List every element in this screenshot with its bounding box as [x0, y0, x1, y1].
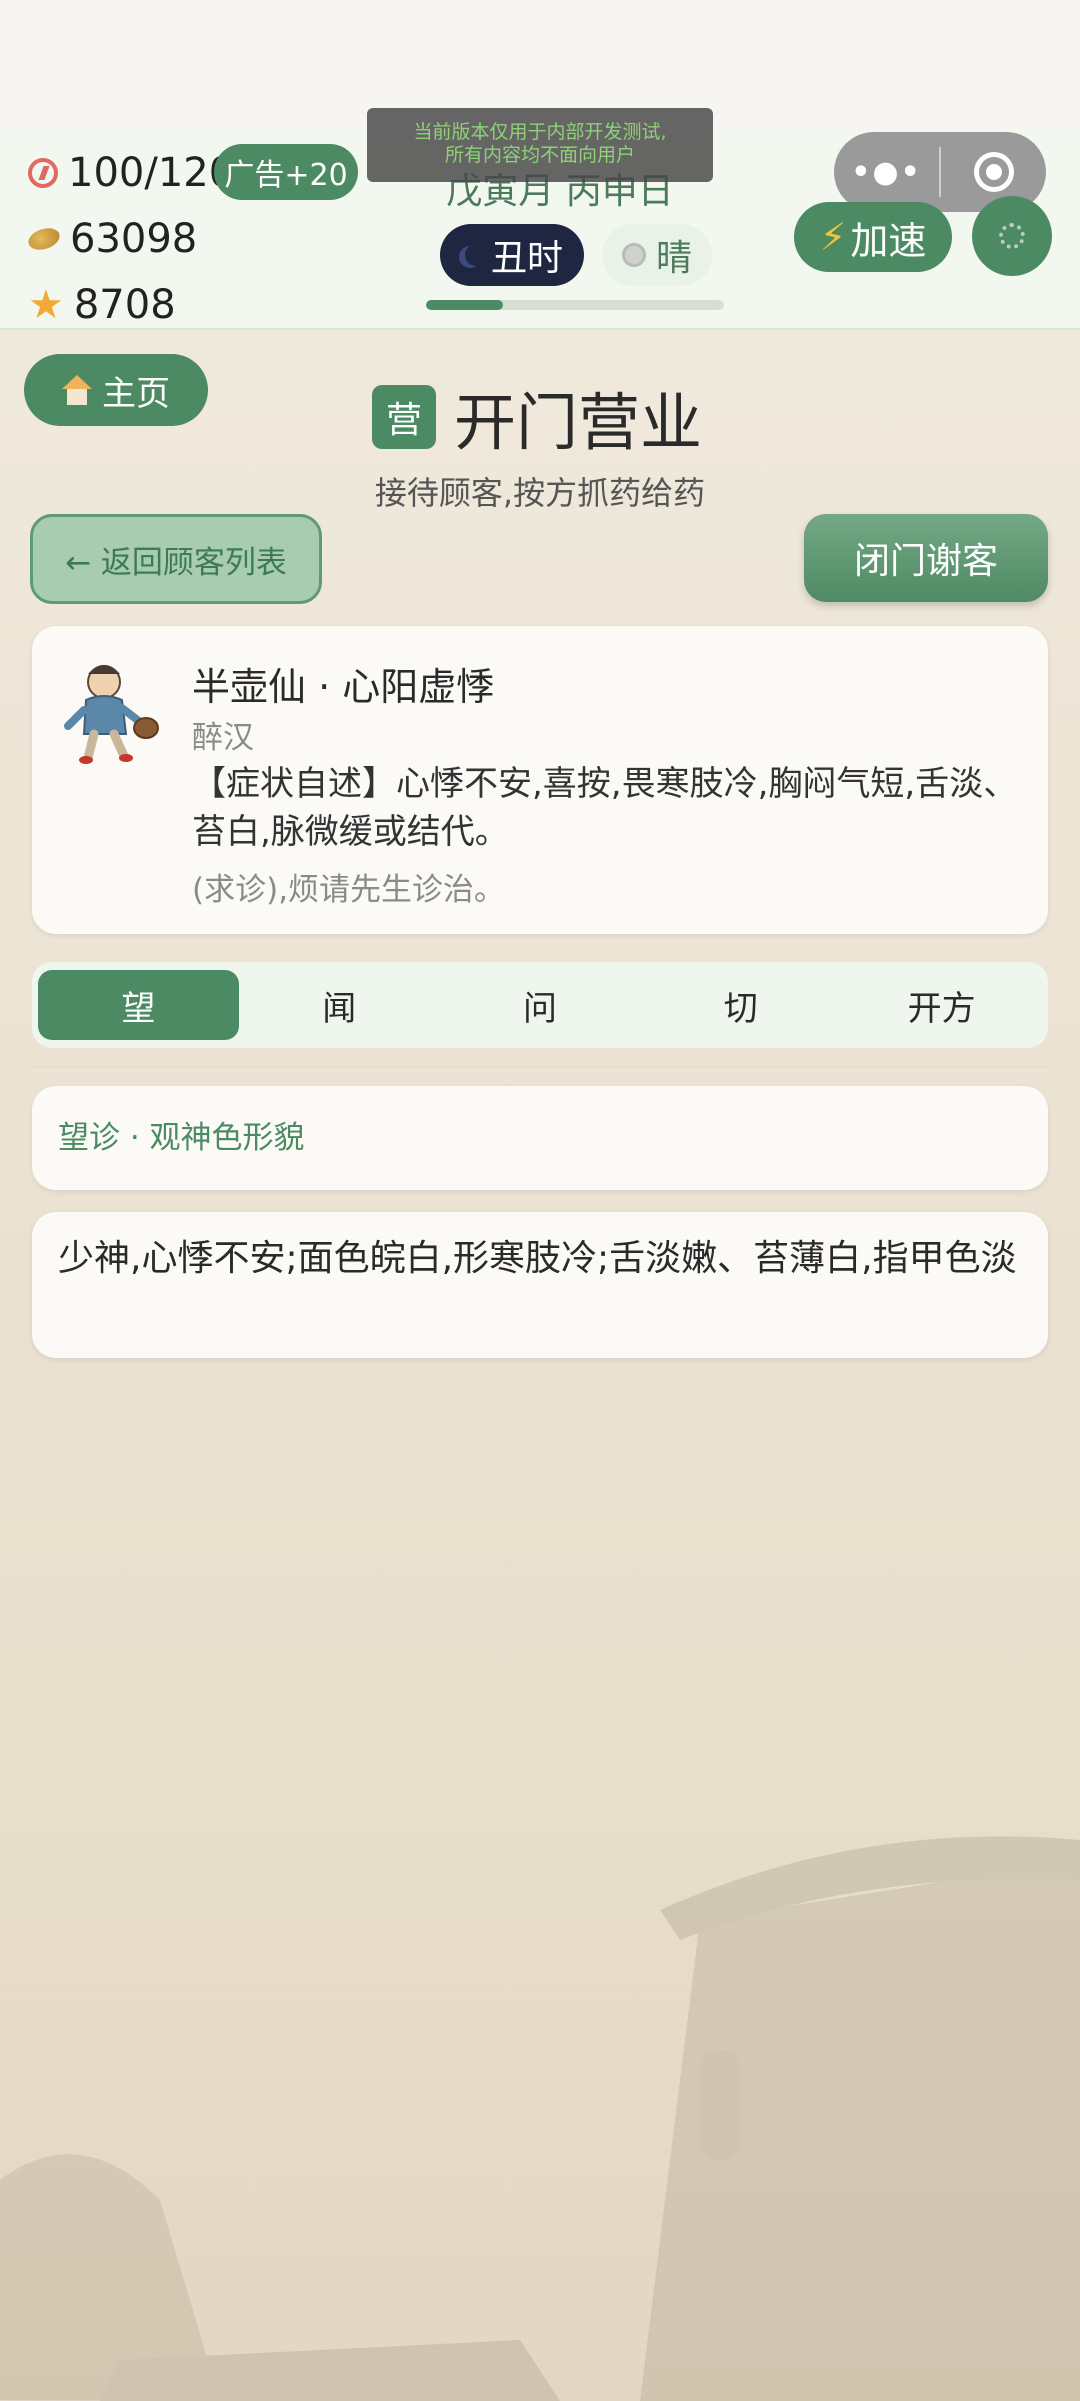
page-title: 营 开门营业	[372, 372, 702, 462]
patient-card: 半壶仙 · 心阳虚悸 醉汉 【症状自述】心悸不安,喜按,畏寒肢冷,胸闷气短,舌淡…	[32, 626, 1048, 934]
observation-text: 少神,心悸不安;面色皖白,形寒肢冷;舌淡嫩、苔薄白,指甲色淡	[58, 1238, 1017, 1279]
patient-symptoms: 【症状自述】心悸不安,喜按,畏寒肢冷,胸闷气短,舌淡、苔白,脉微缓或结代。	[192, 764, 1018, 852]
more-menu-button[interactable]: •●•	[834, 132, 939, 212]
moon-icon	[465, 244, 487, 266]
house-icon	[62, 375, 92, 405]
time-of-day-pill: 丑时	[440, 224, 584, 286]
section-header-card: 望诊 · 观神色形貌	[32, 1086, 1048, 1190]
day-progress-fill	[426, 300, 504, 310]
energy-value: 100/120	[68, 150, 235, 196]
tab-pulse[interactable]: 切	[640, 970, 841, 1040]
background-building-art	[0, 1836, 1080, 2401]
time-label: 丑时	[490, 238, 563, 279]
patient-avatar	[64, 665, 159, 764]
stars-stat: ★ 8708	[28, 282, 176, 328]
dev-notice-toast: 当前版本仅用于内部开发测试, 所有内容均不面向用户	[367, 108, 713, 182]
ad-reward-button[interactable]: 广告+20	[214, 144, 358, 200]
patient-name: 半壶仙 · 心阳虚悸	[192, 665, 495, 709]
target-icon	[973, 152, 1014, 192]
coin-icon	[25, 224, 63, 254]
speed-label: 加速	[850, 218, 927, 263]
star-icon: ★	[28, 282, 64, 328]
home-button[interactable]: 主页	[24, 354, 208, 426]
notice-line-2: 所有内容均不面向用户	[444, 144, 635, 166]
energy-icon	[28, 158, 58, 188]
tab-look[interactable]: 望	[38, 970, 239, 1040]
speed-up-button[interactable]: ⚡ 加速	[794, 202, 952, 272]
coins-value: 63098	[70, 216, 198, 262]
energy-stat: 100/120	[28, 150, 234, 196]
close-shop-button[interactable]: 闭门谢客	[804, 514, 1048, 602]
section-label: 望诊 · 观神色形貌	[58, 1120, 305, 1156]
bolt-icon: ⚡	[819, 215, 847, 259]
day-progress-bar	[426, 300, 724, 310]
coins-stat: 63098	[25, 216, 198, 262]
tab-listen-smell[interactable]: 闻	[239, 970, 440, 1040]
notice-line-1: 当前版本仅用于内部开发测试,	[413, 121, 667, 143]
patient-role: 醉汉	[192, 720, 254, 756]
stars-value: 8708	[73, 282, 176, 328]
settings-button[interactable]	[972, 196, 1052, 276]
observation-result-card: 少神,心悸不安;面色皖白,形寒肢冷;舌淡嫩、苔薄白,指甲色淡	[32, 1212, 1048, 1358]
section-divider	[32, 1066, 1048, 1068]
tab-prescribe[interactable]: 开方	[841, 970, 1042, 1040]
home-label: 主页	[102, 373, 170, 414]
more-dots-icon: •●•	[851, 154, 922, 190]
sun-icon	[621, 243, 646, 267]
weather-pill: 晴	[602, 224, 712, 286]
page-subtitle: 接待顾客,按方抓药给药	[374, 474, 706, 512]
weather-label: 晴	[655, 238, 692, 279]
patient-request: (求诊),烦请先生诊治。	[192, 872, 506, 908]
back-to-customer-list-button[interactable]: ← 返回顾客列表	[30, 514, 322, 604]
tab-ask[interactable]: 问	[440, 970, 641, 1040]
diagnosis-tabs: 望 闻 问 切 开方	[32, 962, 1048, 1048]
title-text: 开门营业	[454, 386, 703, 459]
gear-icon	[999, 223, 1025, 249]
title-badge: 营	[372, 385, 436, 449]
